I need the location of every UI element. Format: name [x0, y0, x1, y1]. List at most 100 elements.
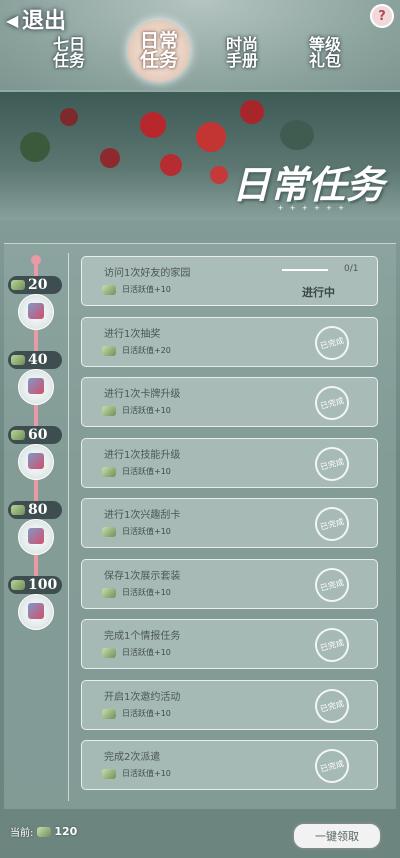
milestone-label: 80 [8, 501, 62, 519]
gift-icon [28, 603, 44, 619]
activity-coin-icon [102, 345, 116, 356]
flower-decoration [196, 122, 226, 152]
banner-title: 日常任务 [231, 162, 384, 207]
tab-seven-day-tasks[interactable]: 七日 任务 [42, 26, 96, 80]
tab-daily-tasks[interactable]: 日常 任务 [128, 20, 190, 82]
task-card[interactable]: 进行1次卡牌升级 日活跃值+10 已完成 [81, 377, 378, 427]
tab-label-bottom: 任务 [52, 51, 85, 70]
gift-icon [28, 303, 44, 319]
help-button[interactable]: ? [370, 4, 394, 28]
task-reward-text: 日活跃值+20 [122, 346, 171, 355]
task-reward: 日活跃值+10 [102, 708, 171, 719]
milestone-label: 60 [8, 426, 62, 444]
gift-icon [28, 453, 44, 469]
task-progress-bar [282, 269, 328, 271]
leaf-decoration [280, 120, 314, 150]
completed-stamp-icon: 已完成 [311, 503, 353, 545]
activity-coin-icon [102, 526, 116, 537]
task-title: 完成2次派遣 [104, 752, 161, 763]
task-title: 进行1次卡牌升级 [104, 389, 181, 400]
gift-box [18, 444, 54, 480]
task-card[interactable]: 进行1次技能升级 日活跃值+10 已完成 [81, 438, 378, 488]
tab-label-bottom: 任务 [139, 49, 178, 71]
banner-stars: + + + + + + [277, 204, 346, 212]
completed-stamp-icon: 已完成 [311, 382, 353, 424]
claim-all-button[interactable]: 一键领取 [292, 822, 382, 850]
task-card[interactable]: 保存1次展示套装 日活跃值+10 已完成 [81, 559, 378, 609]
activity-coin-icon [11, 355, 25, 365]
completed-stamp-icon: 已完成 [311, 745, 353, 787]
back-arrow-icon: ◀ [6, 11, 19, 30]
task-card[interactable]: 访问1次好友的家园 日活跃值+10 0/1 进行中 [81, 256, 378, 306]
activity-coin-icon [102, 587, 116, 598]
completed-stamp-icon: 已完成 [311, 443, 353, 485]
current-activity: 当前: 120 [10, 824, 77, 839]
flower-decoration [140, 112, 166, 138]
completed-stamp-icon: 已完成 [311, 322, 353, 364]
activity-coin-icon [102, 708, 116, 719]
task-title: 访问1次好友的家园 [104, 268, 191, 279]
activity-coin-icon [11, 430, 25, 440]
milestone-value: 80 [28, 502, 48, 518]
activity-coin-icon [102, 284, 116, 295]
gift-box [18, 594, 54, 630]
activity-coin-icon [11, 505, 25, 515]
gift-box [18, 294, 54, 330]
activity-coin-icon [11, 280, 25, 290]
activity-coin-icon [11, 580, 25, 590]
flower-decoration [240, 100, 264, 124]
task-card[interactable]: 开启1次邀约活动 日活跃值+10 已完成 [81, 680, 378, 730]
current-value: 120 [54, 825, 78, 838]
tab-label-bottom: 手册 [225, 51, 258, 70]
task-reward-text: 日活跃值+10 [122, 709, 171, 718]
gift-icon [28, 378, 44, 394]
task-title: 开启1次邀约活动 [104, 692, 181, 703]
flower-decoration [160, 154, 182, 176]
task-title: 进行1次技能升级 [104, 450, 181, 461]
task-title: 完成1个情报任务 [104, 631, 181, 642]
task-title: 进行1次兴趣刮卡 [104, 510, 181, 521]
milestone-value: 100 [28, 577, 58, 593]
task-reward: 日活跃值+10 [102, 647, 171, 658]
current-label: 当前: [10, 828, 34, 839]
milestone-label: 100 [8, 576, 62, 594]
gift-box [18, 369, 54, 405]
task-card[interactable]: 完成1个情报任务 日活跃值+10 已完成 [81, 619, 378, 669]
task-reward: 日活跃值+10 [102, 466, 171, 477]
task-card[interactable]: 进行1次抽奖 日活跃值+20 已完成 [81, 317, 378, 367]
task-reward: 日活跃值+10 [102, 405, 171, 416]
task-title: 进行1次抽奖 [104, 329, 161, 340]
completed-stamp-icon: 已完成 [311, 624, 353, 666]
task-reward-text: 日活跃值+10 [122, 285, 171, 294]
activity-coin-icon [102, 405, 116, 416]
flower-decoration [100, 148, 120, 168]
activity-coin-icon [102, 466, 116, 477]
tab-level-gift[interactable]: 等级 礼包 [298, 26, 352, 80]
milestone-label: 20 [8, 276, 62, 294]
tab-fashion-handbook[interactable]: 时尚 手册 [215, 26, 269, 80]
flower-decoration [60, 108, 78, 126]
task-reward: 日活跃值+20 [102, 345, 171, 356]
task-card[interactable]: 完成2次派遣 日活跃值+10 已完成 [81, 740, 378, 790]
task-reward-text: 日活跃值+10 [122, 769, 171, 778]
task-card[interactable]: 进行1次兴趣刮卡 日活跃值+10 已完成 [81, 498, 378, 548]
completed-stamp-icon: 已完成 [311, 564, 353, 606]
task-reward-text: 日活跃值+10 [122, 406, 171, 415]
flower-decoration [210, 166, 228, 184]
milestone-value: 60 [28, 427, 48, 443]
task-reward-text: 日活跃值+10 [122, 527, 171, 536]
panel-divider [68, 253, 69, 801]
gift-box [18, 519, 54, 555]
activity-coin-icon [37, 826, 52, 837]
progress-start-dot [31, 255, 41, 265]
top-bar: ◀ 退出 ? 七日 任务 日常 任务 时尚 手册 等级 礼包 [0, 0, 400, 90]
task-progress-text: 0/1 [344, 264, 359, 274]
footer-bar: 当前: 120 一键领取 [0, 816, 400, 858]
task-reward: 日活跃值+10 [102, 768, 171, 779]
milestone-label: 40 [8, 351, 62, 369]
milestone-value: 20 [28, 277, 48, 293]
task-title: 保存1次展示套装 [104, 571, 181, 582]
gift-icon [28, 528, 44, 544]
task-reward: 日活跃值+10 [102, 526, 171, 537]
task-reward: 日活跃值+10 [102, 587, 171, 598]
